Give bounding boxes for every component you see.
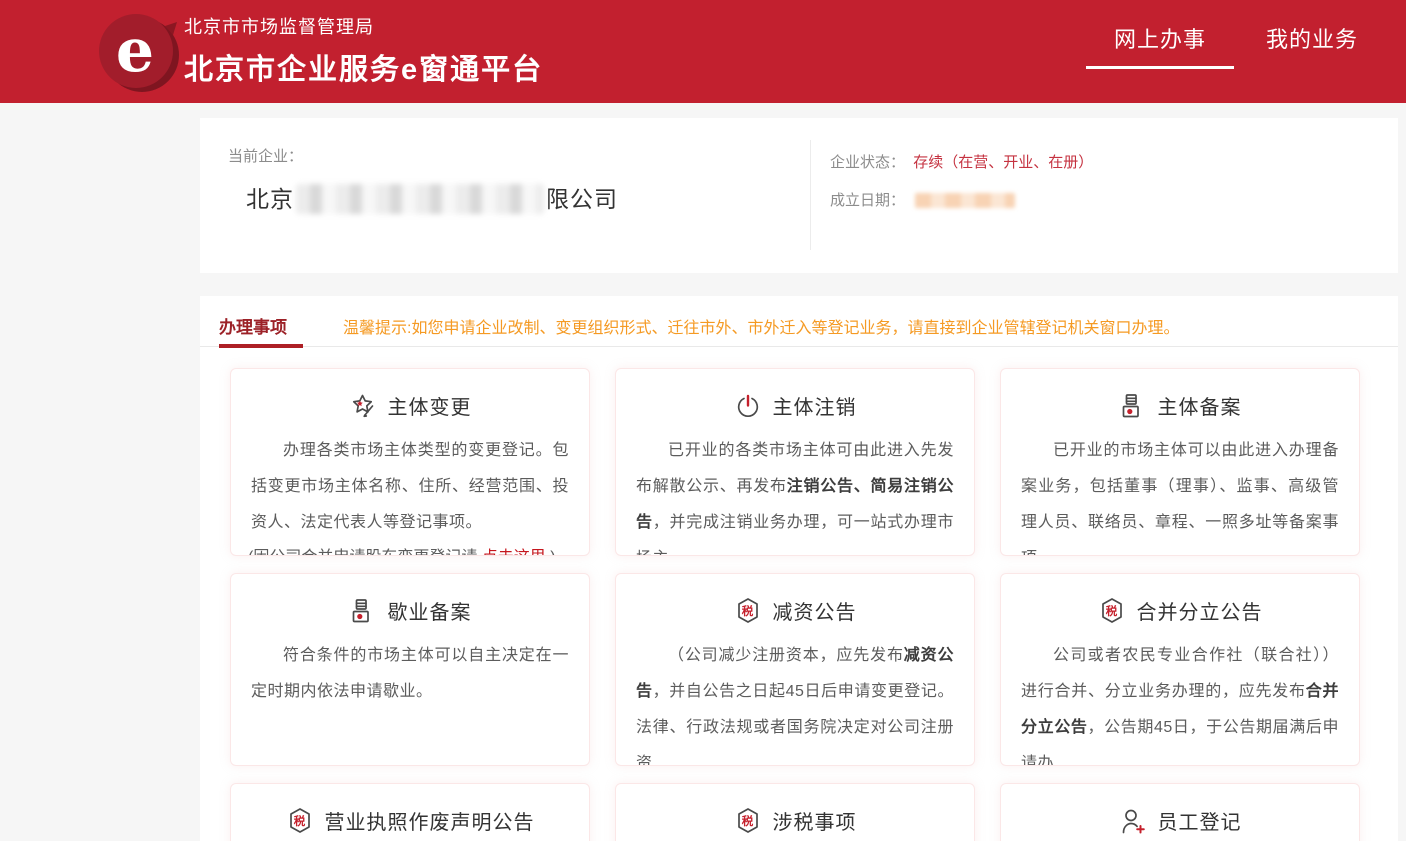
card-capital-reduction-announcement[interactable]: 税 减资公告 （公司减少注册资本，应先发布减资公告，并自公告之日起45日后申请变… (615, 573, 975, 766)
card-description: 办理各类市场主体类型的变更登记。包括变更市场主体名称、住所、经营范围、投资人、法… (251, 433, 569, 541)
card-title-row: 税 减资公告 (616, 596, 974, 625)
card-description: 已开业的市场主体可以由此进入办理备案业务，包括董事（理事）、监事、高级管理人员、… (1021, 433, 1339, 556)
svg-text:税: 税 (741, 814, 754, 828)
service-card-grid: 主体变更 办理各类市场主体类型的变更登记。包括变更市场主体名称、住所、经营范围、… (230, 368, 1360, 841)
card-tax-matters[interactable]: 税 涉税事项 (615, 783, 975, 841)
click-here-link[interactable]: 点击这里 (482, 549, 546, 556)
established-label: 成立日期： (830, 192, 905, 209)
platform-title: 北京市企业服务e窗通平台 (184, 46, 543, 88)
redacted-established-date (915, 193, 1015, 208)
card-license-invalidation-announcement[interactable]: 税 营业执照作废声明公告 (230, 783, 590, 841)
enterprise-panel: 当前企业： 北京 限公司 企业状态： 存续（在营、开业、在册） 成立日期： (200, 118, 1398, 273)
app-header: e 北京市市场监督管理局 北京市企业服务e窗通平台 网上办事 我的业务 (0, 0, 1406, 103)
tax-hexagon-icon: 税 (734, 807, 762, 835)
person-plus-icon (1119, 807, 1147, 835)
card-employee-registration[interactable]: 员工登记 (1000, 783, 1360, 841)
card-title-row: 税 合并分立公告 (1001, 596, 1359, 625)
card-title-row: 税 营业执照作废声明公告 (231, 806, 589, 835)
svg-text:税: 税 (741, 604, 754, 618)
tax-hexagon-icon: 税 (1098, 597, 1126, 625)
card-description: （公司减少注册资本，应先发布减资公告，并自公告之日起45日后申请变更登记。法律、… (636, 638, 954, 766)
card-title: 主体备案 (1158, 391, 1242, 420)
card-merger-division-announcement[interactable]: 税 合并分立公告 公司或者农民专业合作社（联合社））进行合并、分立业务办理的，应… (1000, 573, 1360, 766)
card-title: 合并分立公告 (1137, 596, 1263, 625)
notice-text: 温馨提示:如您申请企业改制、变更组织形式、迁往市外、市外迁入等登记业务，请直接到… (343, 314, 1179, 338)
vertical-divider (810, 140, 811, 250)
tab-bar: 办理事项 温馨提示:如您申请企业改制、变更组织形式、迁往市外、市外迁入等登记业务… (200, 296, 1398, 347)
card-title-row: 主体变更 (231, 391, 589, 420)
company-name-prefix: 北京 (246, 186, 294, 212)
work-panel: 办理事项 温馨提示:如您申请企业改制、变更组织形式、迁往市外、市外迁入等登记业务… (200, 296, 1398, 841)
tab-handle-matters[interactable]: 办理事项 (219, 313, 287, 338)
svg-text:税: 税 (1105, 604, 1118, 618)
company-name-suffix: 限公司 (546, 186, 618, 212)
card-description: 已开业的各类市场主体可由此进入先发布解散公示、再发布注销公告、简易注销公告，并完… (636, 433, 954, 556)
card-title-row: 员工登记 (1001, 806, 1359, 835)
card-title: 员工登记 (1158, 806, 1242, 835)
established-date-row: 成立日期： (830, 189, 1015, 210)
seal-icon (1119, 392, 1147, 420)
card-subject-change[interactable]: 主体变更 办理各类市场主体类型的变更登记。包括变更市场主体名称、住所、经营范围、… (230, 368, 590, 556)
tab-active-underline (219, 344, 303, 348)
top-nav: 网上办事 我的业务 (1086, 0, 1358, 103)
card-description: 符合条件的市场主体可以自主决定在一定时期内依法申请歇业。 (251, 638, 569, 710)
card-note: (因公司合并申请股东变更登记请 点击这里 ) (248, 543, 575, 556)
card-title: 歇业备案 (388, 596, 472, 625)
nav-online-services[interactable]: 网上办事 (1086, 0, 1234, 69)
card-title-row: 主体备案 (1001, 391, 1359, 420)
power-icon (734, 392, 762, 420)
card-description: 公司或者农民专业合作社（联合社））进行合并、分立业务办理的，应先发布合并分立公告… (1021, 638, 1339, 766)
current-enterprise-label: 当前企业： (228, 145, 303, 166)
org-name: 北京市市场监督管理局 (184, 13, 543, 39)
brand-block: 北京市市场监督管理局 北京市企业服务e窗通平台 (184, 13, 543, 88)
card-title: 减资公告 (773, 596, 857, 625)
card-title: 主体变更 (388, 391, 472, 420)
nav-my-business[interactable]: 我的业务 (1266, 0, 1358, 69)
card-title-row: 税 涉税事项 (616, 806, 974, 835)
status-value: 存续（在营、开业、在册） (913, 154, 1093, 171)
seal-icon (349, 597, 377, 625)
tax-hexagon-icon: 税 (734, 597, 762, 625)
card-title: 涉税事项 (773, 806, 857, 835)
status-label: 企业状态： (830, 154, 905, 171)
company-name: 北京 限公司 (246, 180, 618, 214)
card-title-row: 主体注销 (616, 391, 974, 420)
card-business-suspension-filing[interactable]: 歇业备案 符合条件的市场主体可以自主决定在一定时期内依法申请歇业。 (230, 573, 590, 766)
e-window-logo-icon: e (95, 8, 181, 94)
star-pencil-icon (349, 392, 377, 420)
card-title: 营业执照作废声明公告 (325, 806, 535, 835)
svg-text:e: e (116, 16, 154, 86)
card-subject-cancellation[interactable]: 主体注销 已开业的各类市场主体可由此进入先发布解散公示、再发布注销公告、简易注销… (615, 368, 975, 556)
svg-text:税: 税 (293, 814, 306, 828)
card-title-row: 歇业备案 (231, 596, 589, 625)
tax-hexagon-icon: 税 (286, 807, 314, 835)
redacted-company-name (296, 184, 544, 214)
card-subject-filing[interactable]: 主体备案 已开业的市场主体可以由此进入办理备案业务，包括董事（理事）、监事、高级… (1000, 368, 1360, 556)
card-title: 主体注销 (773, 391, 857, 420)
enterprise-status-row: 企业状态： 存续（在营、开业、在册） (830, 151, 1093, 172)
